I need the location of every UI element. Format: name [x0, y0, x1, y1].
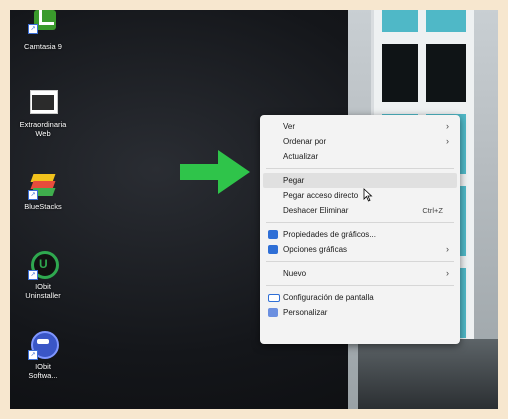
- intel-graphics-icon: [268, 230, 278, 239]
- menu-separator: [266, 222, 454, 223]
- menu-item-label: Personalizar: [283, 308, 328, 317]
- desktop-icon-label: Extraordinaria Web: [19, 120, 67, 138]
- display-icon: [268, 294, 280, 302]
- menu-item-label: Configuración de pantalla: [283, 293, 374, 302]
- window-icon: [28, 88, 58, 118]
- menu-item-label: Pegar acceso directo: [283, 191, 359, 200]
- desktop-icon-bluestacks[interactable]: ↗ BlueStacks: [14, 170, 72, 211]
- desktop-icon-web[interactable]: Extraordinaria Web: [14, 88, 72, 138]
- menu-item-pegar[interactable]: Pegar: [263, 173, 457, 188]
- menu-item-propiedades-graficos[interactable]: Propiedades de gráficos...: [263, 227, 457, 242]
- desktop-icon-iobit-software[interactable]: ↗ IObit Softwa...: [14, 330, 72, 380]
- menu-item-ordenar-por[interactable]: Ordenar por ›: [263, 134, 457, 149]
- menu-item-pegar-acceso-directo[interactable]: Pegar acceso directo: [263, 188, 457, 203]
- menu-separator: [266, 261, 454, 262]
- chevron-right-icon: ›: [446, 136, 449, 146]
- camtasia-icon: ↗: [28, 10, 58, 40]
- menu-item-label: Ver: [283, 122, 296, 131]
- desktop[interactable]: ↗ Camtasia 9 Extraordinaria Web ↗ BlueSt…: [10, 10, 498, 409]
- menu-item-shortcut: Ctrl+Z: [422, 206, 443, 215]
- menu-separator: [266, 285, 454, 286]
- menu-item-label: Deshacer Eliminar: [283, 206, 349, 215]
- desktop-icon-iobit-uninstaller[interactable]: U ↗ IObit Uninstaller: [14, 250, 72, 300]
- menu-item-label: Propiedades de gráficos...: [283, 230, 376, 239]
- desktop-icon-label: IObit Softwa...: [28, 362, 58, 380]
- mouse-cursor-icon: [363, 188, 373, 202]
- desktop-icon-camtasia[interactable]: ↗ Camtasia 9: [14, 10, 72, 51]
- chevron-right-icon: ›: [446, 244, 449, 254]
- iobit-software-icon: ↗: [28, 330, 59, 360]
- desktop-icon-label: Camtasia 9: [24, 42, 62, 51]
- menu-item-opciones-graficas[interactable]: Opciones gráficas ›: [263, 242, 457, 257]
- wallpaper-floor: [358, 339, 498, 409]
- iobit-uninstaller-icon: U ↗: [28, 250, 59, 280]
- menu-item-label: Actualizar: [283, 152, 319, 161]
- menu-item-nuevo[interactable]: Nuevo ›: [263, 266, 457, 281]
- menu-item-deshacer-eliminar[interactable]: Deshacer Eliminar Ctrl+Z: [263, 203, 457, 218]
- menu-item-label: Nuevo: [283, 269, 307, 278]
- menu-item-ver[interactable]: Ver ›: [263, 119, 457, 134]
- intel-graphics-icon: [268, 245, 278, 254]
- context-menu: Ver › Ordenar por › Actualizar Pegar Peg…: [260, 115, 460, 344]
- bluestacks-icon: ↗: [28, 170, 58, 200]
- menu-item-label: Ordenar por: [283, 137, 327, 146]
- menu-item-label: Pegar: [283, 176, 305, 185]
- chevron-right-icon: ›: [446, 121, 449, 131]
- chevron-right-icon: ›: [446, 268, 449, 278]
- menu-separator: [266, 168, 454, 169]
- menu-item-configuracion-pantalla[interactable]: Configuración de pantalla: [263, 290, 457, 305]
- desktop-icon-label: IObit Uninstaller: [25, 282, 61, 300]
- menu-item-actualizar[interactable]: Actualizar: [263, 149, 457, 164]
- menu-item-label: Opciones gráficas: [283, 245, 348, 254]
- desktop-icon-label: BlueStacks: [24, 202, 62, 211]
- menu-item-personalizar[interactable]: Personalizar: [263, 305, 457, 320]
- personalize-icon: [268, 308, 278, 317]
- green-arrow-icon: [180, 150, 250, 194]
